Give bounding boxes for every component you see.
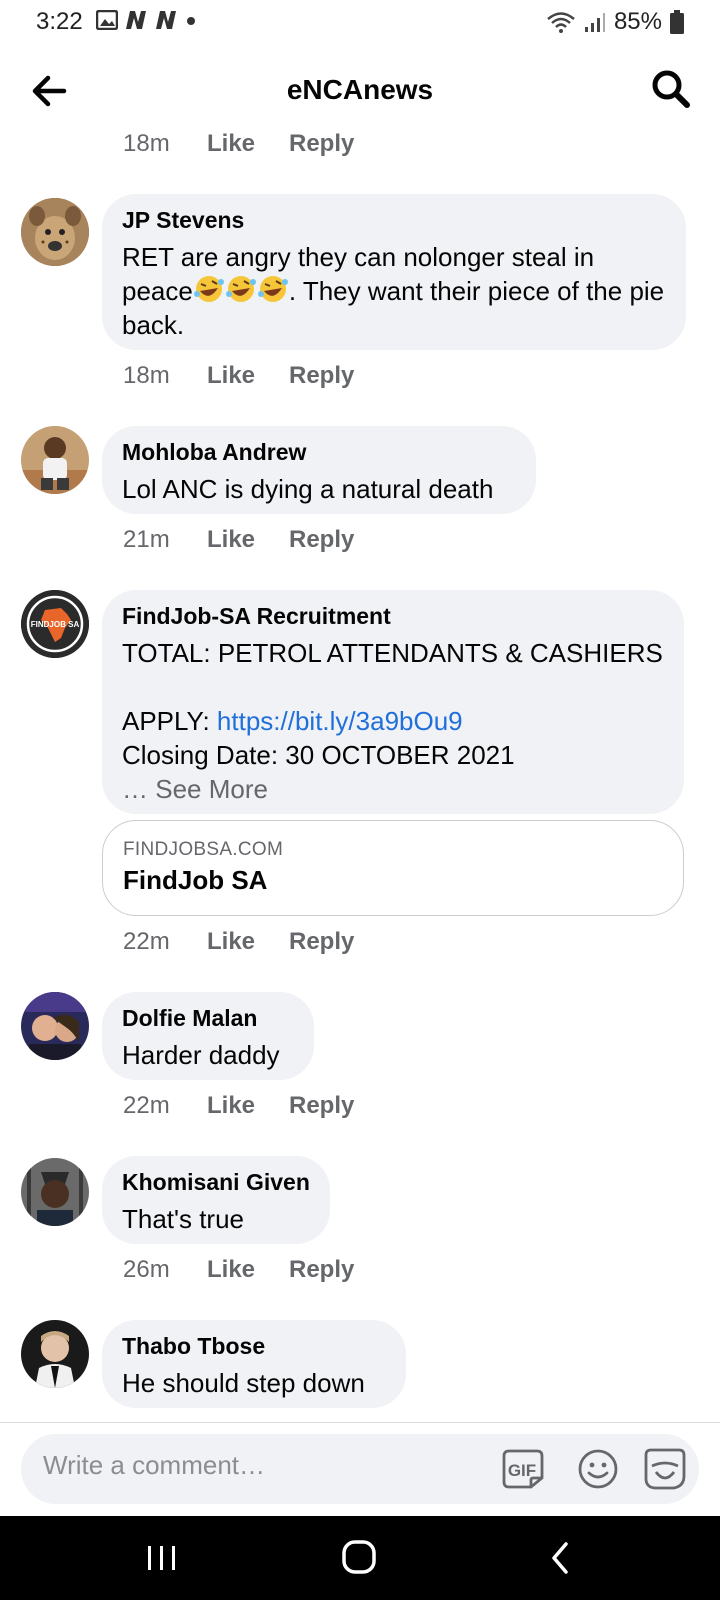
- composer-divider: [0, 1422, 720, 1423]
- comment-text: Harder daddy: [122, 1040, 280, 1070]
- status-bar: 3:22 85%: [0, 0, 720, 46]
- comment-actions: 26m Like Reply: [123, 1256, 354, 1284]
- reply-button[interactable]: Reply: [289, 1256, 354, 1284]
- wifi-icon: [547, 12, 575, 33]
- comment-text: TOTAL: PETROL ATTENDANTS & CASHIERS APPL…: [122, 636, 664, 806]
- comment-time: 18m: [123, 130, 170, 157]
- comment-composer[interactable]: Write a comment… GIF: [21, 1434, 699, 1504]
- hyena-avatar-image: [21, 198, 89, 266]
- dot-icon: [187, 17, 195, 25]
- comment-bubble[interactable]: Dolfie Malan Harder daddy: [102, 992, 314, 1080]
- comment-actions: 18m Like Reply: [123, 130, 354, 158]
- comment-author[interactable]: Khomisani Given: [122, 1168, 310, 1196]
- man-avatar-image: [21, 1320, 89, 1388]
- comment-line: APPLY: https://bit.ly/3a9bOu9: [122, 704, 664, 738]
- like-button[interactable]: Like: [207, 1092, 289, 1120]
- findjob-logo: FINDJOB SA: [21, 590, 89, 658]
- reply-button[interactable]: Reply: [289, 130, 354, 158]
- page-title: eNCAnews: [286, 74, 434, 105]
- link-preview-card[interactable]: FINDJOBSA.COM FindJob SA: [102, 820, 684, 916]
- comment-text: That's true: [122, 1204, 245, 1234]
- avatar[interactable]: [21, 992, 89, 1060]
- like-button[interactable]: Like: [207, 928, 289, 956]
- comment-time: 22m: [123, 1092, 170, 1119]
- comment-line: TOTAL: PETROL ATTENDANTS & CASHIERS: [122, 638, 663, 668]
- battery-icon: [670, 10, 684, 34]
- see-more-link[interactable]: … See More: [122, 772, 664, 806]
- child-avatar-image: [21, 426, 89, 494]
- findjob-logo-text: FINDJOB SA: [31, 620, 80, 629]
- gif-icon[interactable]: GIF: [501, 1448, 545, 1490]
- comment-text: He should step down: [122, 1368, 365, 1398]
- search-icon[interactable]: [650, 68, 692, 110]
- avatar[interactable]: [21, 198, 89, 266]
- comment-actions: 21m Like Reply: [123, 526, 354, 554]
- link-domain: FINDJOBSA.COM: [123, 839, 284, 860]
- system-nav-bar: [0, 1516, 720, 1600]
- comment-line: Closing Date: 30 OCTOBER 2021: [122, 740, 515, 770]
- comment-time: 22m: [123, 928, 170, 955]
- status-time: 3:22: [36, 8, 83, 35]
- comment-bubble[interactable]: Mohloba Andrew Lol ANC is dying a natura…: [102, 426, 536, 514]
- comment-bubble[interactable]: FindJob-SA Recruitment TOTAL: PETROL ATT…: [102, 590, 684, 814]
- comment-author[interactable]: Thabo Tbose: [122, 1332, 386, 1360]
- signal-icon: [584, 13, 605, 32]
- comment-input[interactable]: Write a comment…: [43, 1450, 265, 1481]
- comment-time: 26m: [123, 1256, 170, 1283]
- comment-author[interactable]: FindJob-SA Recruitment: [122, 602, 664, 630]
- apply-link[interactable]: https://bit.ly/3a9bOu9: [217, 706, 463, 736]
- app-header: eNCAnews: [0, 58, 720, 122]
- recent-apps-icon[interactable]: [140, 1538, 184, 1578]
- reply-button[interactable]: Reply: [289, 526, 354, 554]
- notification-n-icon: [126, 11, 146, 29]
- person-avatar-image: [21, 1158, 89, 1226]
- comment-actions: 18m Like Reply: [123, 362, 354, 390]
- like-button[interactable]: Like: [207, 526, 289, 554]
- notification-icons: [96, 10, 198, 30]
- avatar[interactable]: [21, 1158, 89, 1226]
- rofl-emoji: [225, 276, 256, 302]
- apply-label: APPLY:: [122, 706, 217, 736]
- system-icons: 85%: [546, 8, 684, 36]
- rofl-emoji: [257, 276, 288, 302]
- rofl-emoji: [193, 276, 224, 302]
- comment-bubble[interactable]: Thabo Tbose He should step down: [102, 1320, 406, 1408]
- comment-author[interactable]: Dolfie Malan: [122, 1004, 294, 1032]
- link-title: FindJob SA: [123, 865, 268, 895]
- comment-list[interactable]: 18m Like Reply JP Stevens RET are angry …: [0, 122, 720, 1422]
- sticker-icon[interactable]: [643, 1446, 687, 1492]
- couple-avatar-image: [21, 992, 89, 1060]
- comment-text: RET are angry they can nolonger steal in…: [122, 240, 666, 342]
- comment-bubble[interactable]: Khomisani Given That's true: [102, 1156, 330, 1244]
- comment-actions: 22m Like Reply: [123, 1092, 354, 1120]
- comment-bubble[interactable]: JP Stevens RET are angry they can nolong…: [102, 194, 686, 350]
- comment-time: 18m: [123, 362, 170, 389]
- reply-button[interactable]: Reply: [289, 362, 354, 390]
- gif-label: GIF: [508, 1461, 536, 1480]
- comment-actions: 22m Like Reply: [123, 928, 354, 956]
- like-button[interactable]: Like: [207, 130, 289, 158]
- comment-time: 21m: [123, 526, 170, 553]
- avatar[interactable]: [21, 426, 89, 494]
- comment-author[interactable]: JP Stevens: [122, 206, 666, 234]
- back-nav-icon[interactable]: [542, 1538, 586, 1578]
- home-icon[interactable]: [338, 1538, 382, 1578]
- like-button[interactable]: Like: [207, 362, 289, 390]
- notification-n-icon: [156, 11, 176, 29]
- comment-author[interactable]: Mohloba Andrew: [122, 438, 516, 466]
- like-button[interactable]: Like: [207, 1256, 289, 1284]
- reply-button[interactable]: Reply: [289, 1092, 354, 1120]
- image-icon: [96, 10, 118, 30]
- emoji-icon[interactable]: [577, 1448, 619, 1490]
- reply-button[interactable]: Reply: [289, 928, 354, 956]
- battery-percent: 85%: [613, 8, 662, 35]
- comment-text: Lol ANC is dying a natural death: [122, 474, 494, 504]
- avatar[interactable]: [21, 1320, 89, 1388]
- avatar[interactable]: FINDJOB SA: [21, 590, 89, 658]
